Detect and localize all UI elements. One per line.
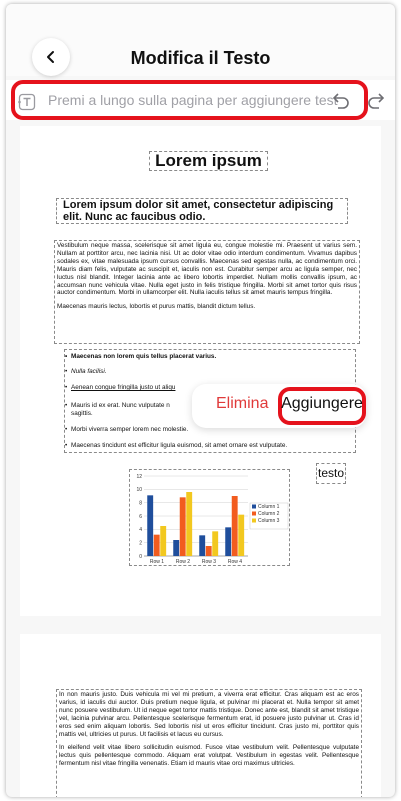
- legend-swatch: [252, 504, 256, 509]
- bar: [199, 535, 206, 556]
- add-menu-item[interactable]: Aggiungere: [278, 395, 366, 413]
- legend-label: Column 1: [258, 504, 280, 510]
- list-item: • Mauris id ex erat. Nunc vulputate n: [65, 402, 170, 409]
- document-page[interactable]: Lorem ipsum Lorem ipsum dolor sit amet, …: [20, 126, 381, 616]
- x-tick-label: Row 3: [202, 559, 216, 565]
- legend-label: Column 2: [258, 511, 280, 517]
- bar: [238, 514, 245, 556]
- list-item: • Nulla facilisi.: [65, 368, 107, 375]
- undo-icon[interactable]: [329, 90, 351, 112]
- y-tick-label: 2: [139, 540, 142, 546]
- delete-menu-item[interactable]: Elimina: [216, 395, 268, 413]
- x-tick-label: Row 2: [176, 559, 190, 565]
- legend-swatch: [252, 511, 256, 516]
- app-screen: Modifica il Testo Premi a lungo sulla pa…: [6, 4, 395, 797]
- paragraph-text: In eleifend velit vitae libero sollicitu…: [59, 744, 359, 768]
- y-tick-label: 0: [139, 554, 142, 560]
- paragraph-text: Vestibulum neque massa, scelerisque sit …: [57, 242, 357, 297]
- bar: [160, 526, 167, 556]
- bar: [231, 496, 238, 556]
- text-box-icon[interactable]: [17, 92, 37, 112]
- x-tick-label: Row 1: [150, 559, 164, 565]
- y-tick-label: 4: [139, 527, 142, 533]
- y-tick-label: 6: [139, 514, 142, 520]
- y-tick-label: 10: [136, 487, 142, 493]
- legend-label: Column 3: [258, 518, 280, 524]
- list-item: • Morbi viverra semper lorem nec molestie…: [65, 426, 189, 433]
- paragraph-text-box[interactable]: In non mauris justo. Duis vehicula mi ve…: [56, 689, 362, 797]
- bar: [147, 495, 154, 556]
- bar: [153, 534, 160, 556]
- bar: [186, 492, 193, 556]
- heading-text-box[interactable]: Lorem ipsum: [149, 151, 268, 171]
- header: Modifica il Testo: [6, 4, 395, 76]
- list-item-continuation: sagittis.: [71, 410, 93, 417]
- add-text-hint[interactable]: Premi a lungo sulla pagina per aggiunger…: [48, 92, 338, 108]
- paragraph-text: In non mauris justo. Duis vehicula mi ve…: [59, 691, 359, 738]
- document-page-2[interactable]: In non mauris justo. Duis vehicula mi ve…: [20, 634, 381, 797]
- bar: [212, 531, 219, 556]
- subheading-text-box[interactable]: Lorem ipsum dolor sit amet, consectetur …: [56, 198, 348, 224]
- legend-swatch: [252, 518, 256, 523]
- bar-chart: 024681012Row 1 Row 2 Row 3 Row 4Column 1Col…: [136, 474, 289, 565]
- bar: [205, 546, 212, 556]
- y-tick-label: 12: [136, 474, 142, 480]
- list-item: • Maecenas non lorem quis tellus placerat…: [65, 353, 217, 360]
- paragraph-text: Maecenas mauris lectus, lobortis et puru…: [57, 303, 256, 311]
- added-text-box[interactable]: testo: [316, 463, 346, 484]
- list-item: • Aenean congue fringilla justo ut aliqu: [65, 384, 176, 391]
- chart-image[interactable]: 0 2 4 6 8 10 12 Row 1 Row 2 Row 3 Row 4 Column 1 Col…: [129, 469, 290, 566]
- list-item: • Maecenas tincidunt est efficitur ligula…: [65, 442, 288, 449]
- paragraph-text-box[interactable]: Vestibulum neque massa, scelerisque sit …: [54, 240, 360, 344]
- y-tick-label: 8: [139, 500, 142, 506]
- bar: [225, 527, 232, 556]
- bar: [173, 540, 180, 556]
- x-tick-label: Row 4: [228, 559, 242, 565]
- bar: [179, 497, 186, 556]
- page-title: Modifica il Testo: [130, 48, 271, 68]
- redo-icon[interactable]: [366, 90, 388, 112]
